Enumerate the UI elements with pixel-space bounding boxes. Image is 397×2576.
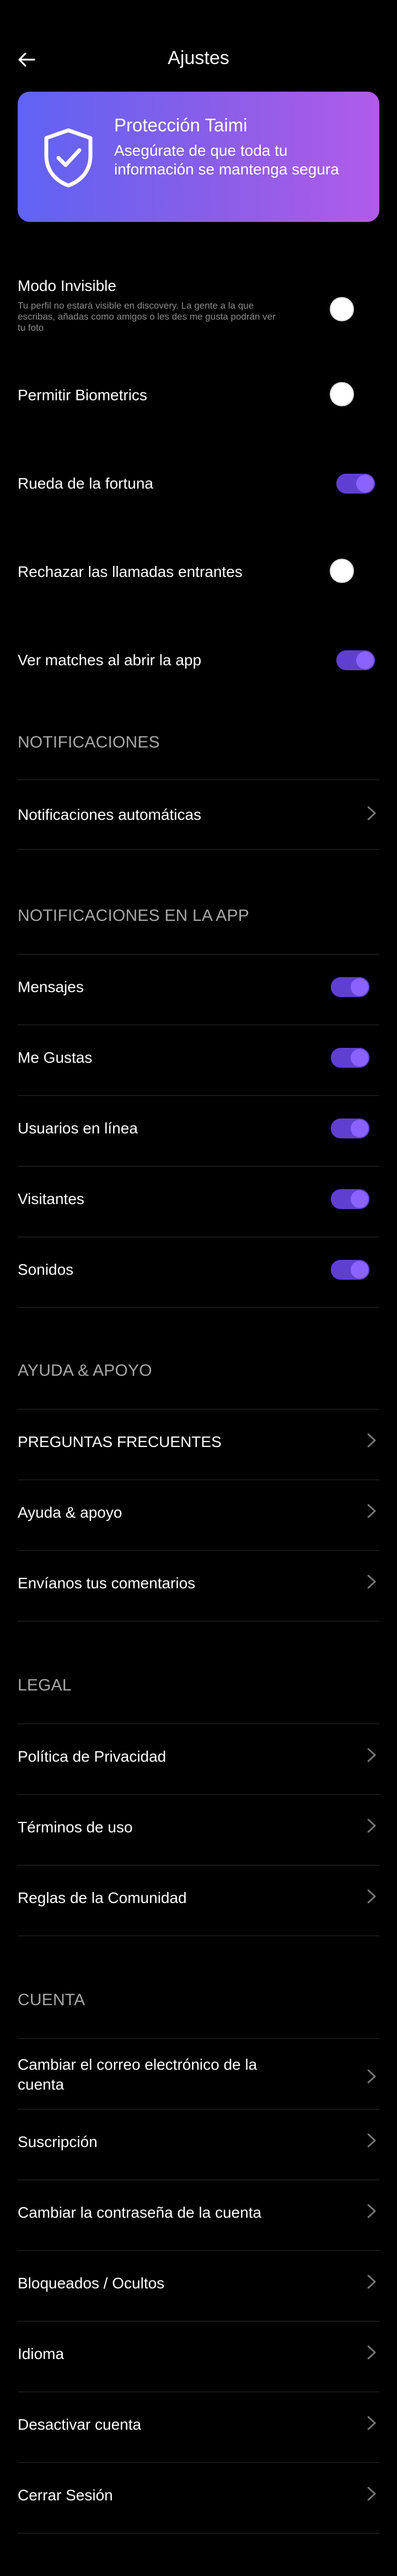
setting-label: Envíanos tus comentarios [18, 1575, 196, 1592]
chevron-right-icon [367, 2416, 376, 2430]
setting-label: Desactivar cuenta [18, 2416, 142, 2433]
chevron-right-icon [367, 1889, 376, 1904]
in-app-item: Visitantes [18, 1179, 379, 1223]
in-app-item: Usuarios en línea [18, 1109, 379, 1153]
chevron-right-icon [367, 2204, 376, 2218]
likes-toggle[interactable] [331, 1048, 369, 1068]
setting-label: Rechazar las llamadas entrantes [18, 563, 243, 580]
messages-toggle[interactable] [331, 977, 369, 997]
setting-label: Sonidos [18, 1261, 74, 1278]
shield-check-icon [44, 128, 93, 188]
legal-item[interactable]: Reglas de la Comunidad [18, 1878, 379, 1922]
divider [18, 2038, 379, 2039]
setting-label: Política de Privacidad [18, 1748, 167, 1765]
setting-biometrics: Permitir Biometrics [18, 382, 379, 410]
reject-calls-toggle[interactable] [331, 560, 353, 582]
account-item[interactable]: Cambiar la contraseña de la cuenta [18, 2193, 379, 2237]
setting-label: Ver matches al abrir la app [18, 651, 202, 669]
legal-item[interactable]: Política de Privacidad [18, 1737, 379, 1781]
in-app-item: Me Gustas [18, 1038, 379, 1082]
setting-label: Rueda de la fortuna [18, 475, 153, 492]
matches-toggle[interactable] [336, 650, 375, 670]
wheel-toggle[interactable] [336, 474, 375, 494]
setting-wheel: Rueda de la fortuna [18, 470, 379, 498]
setting-label: Bloqueados / Ocultos [18, 2275, 165, 2292]
setting-label: Permitir Biometrics [18, 386, 147, 404]
divider [18, 2462, 379, 2463]
chevron-right-icon [367, 1433, 376, 1448]
sounds-toggle[interactable] [331, 1260, 369, 1280]
page-title: Ajustes [168, 47, 229, 68]
chevron-right-icon [367, 2345, 376, 2360]
setting-label: Cerrar Sesión [18, 2487, 113, 2504]
divider [18, 954, 379, 955]
auto-notifications-item[interactable]: Notificaciones automáticas [18, 795, 379, 835]
top-bar: Ajustes [0, 0, 397, 68]
chevron-right-icon [367, 2487, 376, 2501]
chevron-right-icon [367, 1575, 376, 1589]
help-item[interactable]: PREGUNTAS FRECUENTES [18, 1422, 379, 1466]
setting-label: Reglas de la Comunidad [18, 1889, 187, 1906]
divider [18, 2250, 379, 2251]
divider [18, 849, 379, 850]
section-in-app: NOTIFICACIONES EN LA APP [18, 907, 249, 925]
protection-banner[interactable]: Protección Taimi Asegúrate de que toda t… [18, 92, 379, 222]
setting-label: Me Gustas [18, 1049, 93, 1066]
setting-label: Cambiar el correo electrónico de la cuen… [18, 2056, 257, 2093]
setting-matches: Ver matches al abrir la app [18, 647, 379, 675]
divider [18, 1794, 379, 1795]
chevron-right-icon [367, 2069, 376, 2084]
account-item[interactable]: Cerrar Sesión [18, 2476, 379, 2520]
setting-label: Visitantes [18, 1190, 84, 1207]
section-notifications: NOTIFICACIONES [18, 733, 160, 751]
divider [18, 1307, 379, 1308]
account-item[interactable]: Idioma [18, 2334, 379, 2378]
setting-reject-calls: Rechazar las llamadas entrantes [18, 559, 379, 586]
account-item[interactable]: Suscripción [18, 2122, 379, 2166]
chevron-right-icon [367, 806, 376, 820]
section-account: CUENTA [18, 1991, 85, 2009]
setting-invisible-mode: Modo Invisible Tu perfil no estará visib… [18, 274, 379, 346]
in-app-item: Mensajes [18, 967, 379, 1011]
setting-label: Mensajes [18, 978, 84, 995]
help-item[interactable]: Ayuda & apoyo [18, 1493, 379, 1537]
setting-label: Usuarios en línea [18, 1120, 138, 1137]
setting-label: PREGUNTAS FRECUENTES [18, 1433, 222, 1450]
divider [18, 1095, 379, 1096]
account-item[interactable]: Cambiar el correo electrónico de la cuen… [18, 2048, 379, 2103]
legal-item[interactable]: Términos de uso [18, 1808, 379, 1852]
help-item[interactable]: Envíanos tus comentarios [18, 1563, 379, 1608]
chevron-right-icon [367, 1748, 376, 1762]
section-help: AYUDA & APOYO [18, 1361, 152, 1380]
setting-label: Idioma [18, 2345, 65, 2362]
setting-label: Términos de uso [18, 1819, 133, 1836]
online-users-toggle[interactable] [331, 1119, 369, 1138]
setting-label: Notificaciones automáticas [18, 806, 202, 823]
biometrics-toggle[interactable] [331, 383, 353, 405]
in-app-item: Sonidos [18, 1250, 379, 1294]
chevron-right-icon [367, 1819, 376, 1833]
account-item[interactable]: Bloqueados / Ocultos [18, 2264, 379, 2308]
chevron-right-icon [367, 2133, 376, 2148]
setting-label: Modo Invisible [18, 277, 116, 294]
setting-label: Ayuda & apoyo [18, 1504, 122, 1521]
setting-label: Cambiar la contraseña de la cuenta [18, 2204, 262, 2221]
setting-label: Suscripción [18, 2133, 98, 2150]
account-item[interactable]: Desactivar cuenta [18, 2405, 379, 2449]
divider [18, 1166, 379, 1167]
chevron-right-icon [367, 2275, 376, 2289]
divider [18, 1550, 379, 1551]
invisible-mode-toggle[interactable] [331, 298, 353, 320]
section-legal: LEGAL [18, 1676, 72, 1694]
visitors-toggle[interactable] [331, 1189, 369, 1209]
setting-description: Tu perfil no estará visible en discovery… [18, 300, 276, 333]
chevron-right-icon [367, 1504, 376, 1518]
banner-title: Protección Taimi [114, 115, 248, 135]
banner-text: Asegúrate de que toda tu información se … [114, 142, 339, 178]
